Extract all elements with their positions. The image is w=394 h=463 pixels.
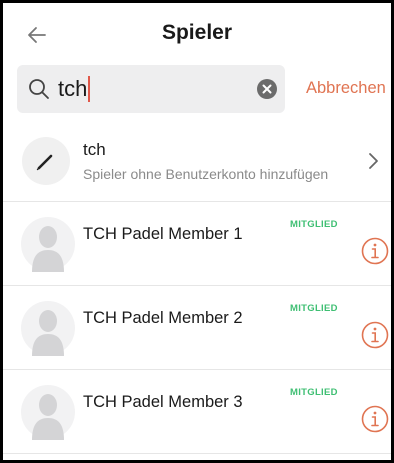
info-icon: [361, 405, 389, 433]
add-guest-player-row[interactable]: tch Spieler ohne Benutzerkonto hinzufüge…: [3, 125, 391, 202]
player-name: TCH Padel Member 1: [83, 225, 243, 243]
player-info-button[interactable]: [360, 236, 390, 266]
pencil-icon-circle: [22, 137, 70, 185]
info-icon: [361, 237, 389, 265]
cancel-button[interactable]: Abbrechen: [306, 79, 386, 98]
search-value-wrap: tch: [58, 75, 91, 103]
clear-search-button[interactable]: [257, 79, 277, 99]
player-row[interactable]: TCH Padel Member 3 MITGLIED: [3, 370, 391, 454]
member-badge: MITGLIED: [290, 387, 338, 398]
player-row[interactable]: TCH Padel Member 2 MITGLIED: [3, 286, 391, 370]
search-input[interactable]: tch: [17, 65, 285, 113]
member-badge: MITGLIED: [290, 303, 338, 314]
add-guest-subtitle: Spieler ohne Benutzerkonto hinzufügen: [83, 166, 329, 182]
player-row[interactable]: TCH Padel Member 1 MITGLIED: [3, 202, 391, 286]
search-value: tch: [58, 76, 88, 101]
player-name: TCH Padel Member 2: [83, 309, 243, 327]
text-caret: [88, 76, 91, 102]
search-row: tch Abbrechen: [17, 65, 391, 113]
info-icon: [361, 321, 389, 349]
member-badge: MITGLIED: [290, 219, 338, 230]
chevron-right-icon: [369, 153, 378, 169]
header: Spieler: [3, 3, 391, 61]
page-title: Spieler: [161, 21, 233, 44]
player-name: TCH Padel Member 3: [83, 393, 243, 411]
add-guest-title: tch: [83, 140, 106, 159]
search-icon: [29, 79, 49, 99]
avatar-placeholder-icon: [21, 385, 75, 440]
pencil-icon: [36, 154, 53, 171]
player-info-button[interactable]: [360, 320, 390, 350]
player-info-button[interactable]: [360, 404, 390, 434]
clear-circle-icon: [262, 84, 272, 94]
avatar-placeholder-icon: [21, 217, 75, 272]
avatar-placeholder-icon: [21, 301, 75, 356]
screen-frame: Spieler tch Abbrechen tch Spieler ohne B…: [0, 0, 394, 463]
